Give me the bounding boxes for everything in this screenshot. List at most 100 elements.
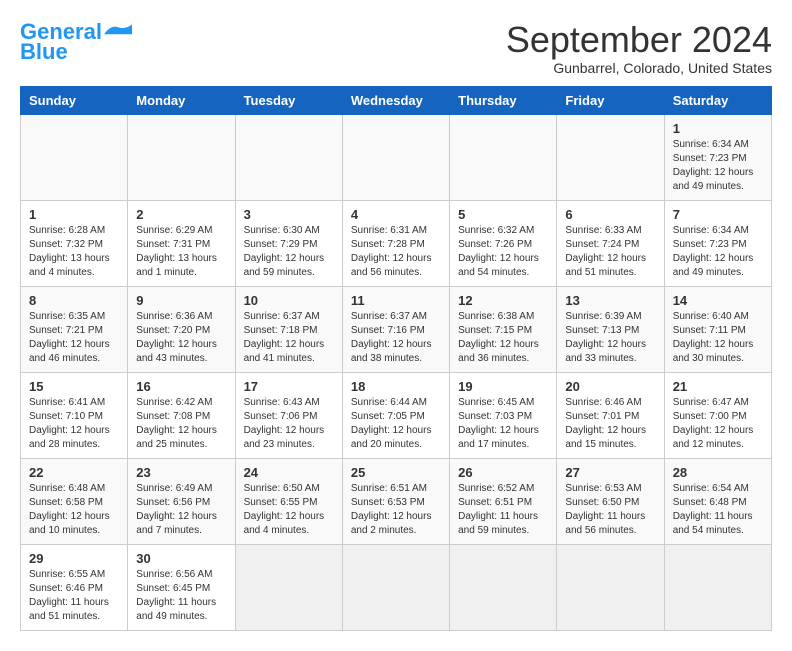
empty-cell xyxy=(450,544,557,630)
day-number: 26 xyxy=(458,465,548,480)
week-row-1: 1 Sunrise: 6:28 AMSunset: 7:32 PMDaylight… xyxy=(21,200,772,286)
day-number: 8 xyxy=(29,293,119,308)
day-details: Sunrise: 6:29 AMSunset: 7:31 PMDaylight:… xyxy=(136,224,226,280)
header: General Blue September 2024 Gunbarrel, C… xyxy=(20,20,772,76)
week-row-3: 15Sunrise: 6:41 AMSunset: 7:10 PMDayligh… xyxy=(21,372,772,458)
day-number: 18 xyxy=(351,379,441,394)
location: Gunbarrel, Colorado, United States xyxy=(506,60,772,76)
day-number: 28 xyxy=(673,465,763,480)
month-title: September 2024 xyxy=(506,20,772,60)
day-cell-24: 24 Sunrise: 6:50 AMSunset: 6:55 PMDayligh… xyxy=(235,458,342,544)
day-cell-17: 17Sunrise: 6:43 AMSunset: 7:06 PMDayligh… xyxy=(235,372,342,458)
empty-cell xyxy=(342,114,449,200)
empty-cell xyxy=(128,114,235,200)
day-cell-26: 26Sunrise: 6:52 AMSunset: 6:51 PMDayligh… xyxy=(450,458,557,544)
day-cell-19: 19 Sunrise: 6:45 AMSunset: 7:03 PMDayligh… xyxy=(450,372,557,458)
empty-cell xyxy=(235,114,342,200)
day-details: Sunrise: 6:38 AMSunset: 7:15 PMDaylight:… xyxy=(458,310,548,366)
day-details: Sunrise: 6:46 AMSunset: 7:01 PMDaylight:… xyxy=(565,396,655,452)
day-number: 11 xyxy=(351,293,441,308)
day-number: 1 xyxy=(673,121,763,136)
calendar-header-wednesday: Wednesday xyxy=(342,86,449,114)
day-details: Sunrise: 6:48 AMSunset: 6:58 PMDaylight:… xyxy=(29,482,119,538)
calendar-header-sunday: Sunday xyxy=(21,86,128,114)
day-details: Sunrise: 6:35 AMSunset: 7:21 PMDaylight:… xyxy=(29,310,119,366)
day-details: Sunrise: 6:55 AMSunset: 6:46 PMDaylight:… xyxy=(29,568,119,624)
day-details: Sunrise: 6:36 AMSunset: 7:20 PMDaylight:… xyxy=(136,310,226,366)
week-row-4: 22Sunrise: 6:48 AMSunset: 6:58 PMDayligh… xyxy=(21,458,772,544)
day-cell-1: 1 Sunrise: 6:34 AMSunset: 7:23 PMDaylight… xyxy=(664,114,771,200)
day-number: 13 xyxy=(565,293,655,308)
day-cell-12: 12 Sunrise: 6:38 AMSunset: 7:15 PMDayligh… xyxy=(450,286,557,372)
day-cell-7: 7 Sunrise: 6:34 AMSunset: 7:23 PMDaylight… xyxy=(664,200,771,286)
day-cell-21: 21 Sunrise: 6:47 AMSunset: 7:00 PMDayligh… xyxy=(664,372,771,458)
day-number: 17 xyxy=(244,379,334,394)
day-cell-22: 22Sunrise: 6:48 AMSunset: 6:58 PMDayligh… xyxy=(21,458,128,544)
day-details: Sunrise: 6:42 AMSunset: 7:08 PMDaylight:… xyxy=(136,396,226,452)
day-details: Sunrise: 6:40 AMSunset: 7:11 PMDaylight:… xyxy=(673,310,763,366)
day-number: 27 xyxy=(565,465,655,480)
day-cell-16: 16 Sunrise: 6:42 AMSunset: 7:08 PMDayligh… xyxy=(128,372,235,458)
day-number: 1 xyxy=(29,207,119,222)
day-number: 12 xyxy=(458,293,548,308)
day-details: Sunrise: 6:28 AMSunset: 7:32 PMDaylight:… xyxy=(29,224,119,280)
day-details: Sunrise: 6:50 AMSunset: 6:55 PMDaylight:… xyxy=(244,482,334,538)
day-details: Sunrise: 6:51 AMSunset: 6:53 PMDaylight:… xyxy=(351,482,441,538)
calendar-header-tuesday: Tuesday xyxy=(235,86,342,114)
day-details: Sunrise: 6:31 AMSunset: 7:28 PMDaylight:… xyxy=(351,224,441,280)
empty-cell xyxy=(21,114,128,200)
day-number: 15 xyxy=(29,379,119,394)
day-number: 16 xyxy=(136,379,226,394)
day-number: 24 xyxy=(244,465,334,480)
day-details: Sunrise: 6:37 AMSunset: 7:18 PMDaylight:… xyxy=(244,310,334,366)
day-cell-2: 2 Sunrise: 6:29 AMSunset: 7:31 PMDaylight… xyxy=(128,200,235,286)
week-row-0: 1 Sunrise: 6:34 AMSunset: 7:23 PMDaylight… xyxy=(21,114,772,200)
day-cell-8: 8 Sunrise: 6:35 AMSunset: 7:21 PMDaylight… xyxy=(21,286,128,372)
day-number: 2 xyxy=(136,207,226,222)
day-details: Sunrise: 6:39 AMSunset: 7:13 PMDaylight:… xyxy=(565,310,655,366)
day-number: 9 xyxy=(136,293,226,308)
day-details: Sunrise: 6:34 AMSunset: 7:23 PMDaylight:… xyxy=(673,224,763,280)
day-cell-15: 15Sunrise: 6:41 AMSunset: 7:10 PMDayligh… xyxy=(21,372,128,458)
calendar-header-saturday: Saturday xyxy=(664,86,771,114)
week-row-5: 29Sunrise: 6:55 AMSunset: 6:46 PMDayligh… xyxy=(21,544,772,630)
day-cell-25: 25 Sunrise: 6:51 AMSunset: 6:53 PMDayligh… xyxy=(342,458,449,544)
day-details: Sunrise: 6:34 AMSunset: 7:23 PMDaylight:… xyxy=(673,138,763,194)
day-cell-20: 20Sunrise: 6:46 AMSunset: 7:01 PMDayligh… xyxy=(557,372,664,458)
logo-subtext: Blue xyxy=(20,40,68,64)
calendar-header-monday: Monday xyxy=(128,86,235,114)
day-number: 21 xyxy=(673,379,763,394)
day-details: Sunrise: 6:53 AMSunset: 6:50 PMDaylight:… xyxy=(565,482,655,538)
day-details: Sunrise: 6:32 AMSunset: 7:26 PMDaylight:… xyxy=(458,224,548,280)
day-cell-18: 18Sunrise: 6:44 AMSunset: 7:05 PMDayligh… xyxy=(342,372,449,458)
day-number: 6 xyxy=(565,207,655,222)
day-cell-13: 13 Sunrise: 6:39 AMSunset: 7:13 PMDayligh… xyxy=(557,286,664,372)
day-cell-1: 1 Sunrise: 6:28 AMSunset: 7:32 PMDaylight… xyxy=(21,200,128,286)
day-details: Sunrise: 6:45 AMSunset: 7:03 PMDaylight:… xyxy=(458,396,548,452)
day-cell-11: 11 Sunrise: 6:37 AMSunset: 7:16 PMDayligh… xyxy=(342,286,449,372)
day-number: 23 xyxy=(136,465,226,480)
day-number: 19 xyxy=(458,379,548,394)
day-cell-30: 30Sunrise: 6:56 AMSunset: 6:45 PMDayligh… xyxy=(128,544,235,630)
day-cell-10: 10Sunrise: 6:37 AMSunset: 7:18 PMDayligh… xyxy=(235,286,342,372)
day-number: 7 xyxy=(673,207,763,222)
day-cell-14: 14 Sunrise: 6:40 AMSunset: 7:11 PMDayligh… xyxy=(664,286,771,372)
calendar-header-thursday: Thursday xyxy=(450,86,557,114)
day-number: 3 xyxy=(244,207,334,222)
day-cell-5: 5Sunrise: 6:32 AMSunset: 7:26 PMDaylight… xyxy=(450,200,557,286)
day-details: Sunrise: 6:37 AMSunset: 7:16 PMDaylight:… xyxy=(351,310,441,366)
day-number: 25 xyxy=(351,465,441,480)
day-details: Sunrise: 6:47 AMSunset: 7:00 PMDaylight:… xyxy=(673,396,763,452)
logo: General Blue xyxy=(20,20,132,64)
day-number: 14 xyxy=(673,293,763,308)
day-details: Sunrise: 6:56 AMSunset: 6:45 PMDaylight:… xyxy=(136,568,226,624)
day-details: Sunrise: 6:54 AMSunset: 6:48 PMDaylight:… xyxy=(673,482,763,538)
day-cell-6: 6Sunrise: 6:33 AMSunset: 7:24 PMDaylight… xyxy=(557,200,664,286)
empty-cell xyxy=(557,544,664,630)
day-cell-27: 27 Sunrise: 6:53 AMSunset: 6:50 PMDayligh… xyxy=(557,458,664,544)
day-number: 4 xyxy=(351,207,441,222)
day-cell-9: 9 Sunrise: 6:36 AMSunset: 7:20 PMDaylight… xyxy=(128,286,235,372)
empty-cell xyxy=(342,544,449,630)
empty-cell xyxy=(557,114,664,200)
title-area: September 2024 Gunbarrel, Colorado, Unit… xyxy=(506,20,772,76)
